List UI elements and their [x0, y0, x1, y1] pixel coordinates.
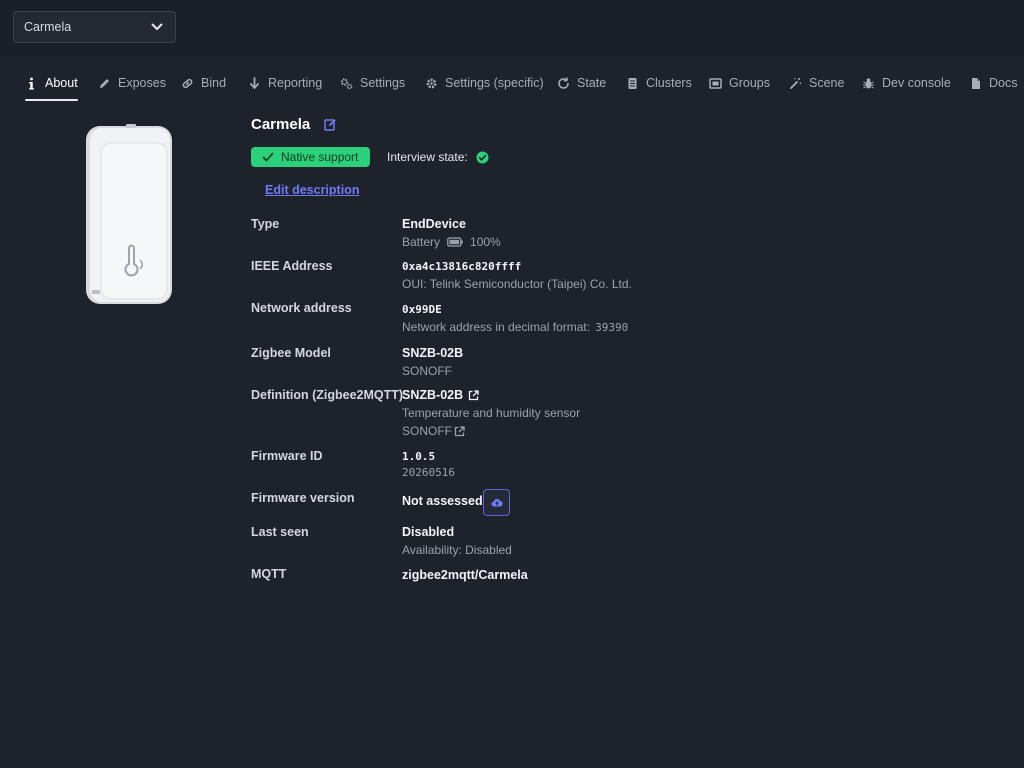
info-icon	[29, 77, 34, 89]
definition-label: Definition (Zigbee2MQTT)	[251, 388, 404, 402]
top-bar: Carmela	[0, 0, 1024, 56]
tab-settings[interactable]: Settings	[340, 70, 405, 96]
tab-bar: About Exposes Bind Reporting Settings Se…	[0, 56, 1024, 104]
tab-state[interactable]: State	[557, 70, 606, 96]
refresh-icon	[558, 76, 569, 89]
device-title-row: Carmela	[251, 114, 337, 134]
network-decimal: Network address in decimal format: 39390	[402, 320, 629, 334]
network-label: Network address	[251, 301, 352, 315]
device-select[interactable]: Carmela	[13, 11, 176, 43]
magic-wand-icon	[790, 77, 802, 89]
network-value: 0x99DE	[402, 303, 442, 316]
definition-link[interactable]: SNZB-02B	[402, 388, 479, 402]
file-icon	[972, 77, 980, 89]
tab-exposes[interactable]: Exposes	[98, 70, 166, 96]
mqtt-label: MQTT	[251, 567, 287, 581]
tab-about[interactable]: About	[25, 70, 78, 101]
check-circle-icon	[476, 151, 489, 163]
edit-description-link[interactable]: Edit description	[265, 183, 359, 197]
arrow-down-icon	[250, 76, 259, 89]
firmware-id-label: Firmware ID	[251, 449, 323, 463]
cloud-upload-icon	[491, 498, 503, 506]
tab-reporting[interactable]: Reporting	[248, 70, 322, 96]
model-value: SNZB-02B	[402, 346, 464, 360]
firmware-id-value: 1.0.5	[402, 450, 436, 463]
chevron-down-icon	[151, 23, 163, 30]
ieee-value: 0xa4c13816c820ffff	[402, 260, 522, 273]
definition-vendor-link[interactable]: SONOFF	[402, 424, 465, 438]
external-link-icon	[454, 425, 465, 436]
document-icon	[628, 77, 637, 89]
edit-icon[interactable]	[324, 118, 337, 131]
firmware-version-label: Firmware version	[251, 491, 355, 505]
model-vendor: SONOFF	[402, 364, 452, 378]
pencil-icon	[100, 78, 109, 88]
native-support-badge: Native support	[251, 147, 370, 167]
check-ota-button[interactable]	[483, 489, 510, 516]
external-link-icon	[468, 389, 479, 400]
availability-text: Availability: Disabled	[402, 543, 512, 557]
model-label: Zigbee Model	[251, 346, 331, 360]
battery-info: Battery 100%	[402, 235, 501, 249]
bug-icon	[863, 77, 874, 88]
device-image	[86, 124, 172, 304]
type-value: EndDevice	[402, 217, 466, 231]
firmware-version-value: Not assessed	[402, 494, 483, 508]
ieee-label: IEEE Address	[251, 259, 333, 273]
mqtt-topic: zigbee2mqtt/Carmela	[402, 568, 528, 582]
tab-groups[interactable]: Groups	[709, 70, 770, 96]
definition-description: Temperature and humidity sensor	[402, 406, 581, 420]
oui-text: OUI: Telink Semiconductor (Taipei) Co. L…	[402, 277, 632, 291]
gears-icon	[340, 77, 353, 89]
tab-settings-specific[interactable]: Settings (specific)	[425, 70, 544, 96]
group-icon	[709, 77, 722, 89]
last-seen-label: Last seen	[251, 525, 309, 539]
link-icon	[182, 78, 193, 88]
device-name: Carmela	[251, 115, 311, 133]
interview-state: Interview state:	[387, 147, 489, 167]
tab-clusters[interactable]: Clusters	[626, 70, 692, 96]
tab-scene[interactable]: Scene	[789, 70, 844, 96]
firmware-date: 20260516	[402, 466, 455, 479]
tab-bind[interactable]: Bind	[181, 70, 226, 96]
battery-icon	[447, 237, 463, 247]
device-select-value: Carmela	[24, 20, 72, 34]
tab-docs[interactable]: Docs	[969, 70, 1017, 96]
check-icon	[262, 152, 274, 162]
last-seen-value: Disabled	[402, 525, 455, 539]
gear-icon	[426, 78, 437, 88]
tab-dev-console[interactable]: Dev console	[862, 70, 951, 96]
type-label: Type	[251, 217, 280, 231]
